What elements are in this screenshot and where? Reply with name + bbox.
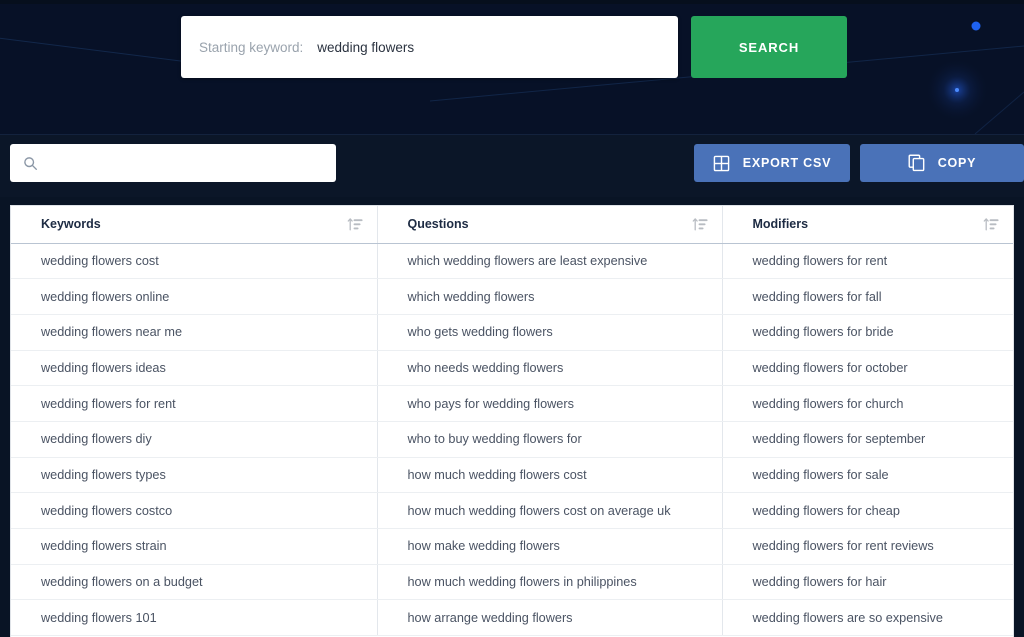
results-table-container: Keywords Questions Modifiers wedding flo… <box>10 205 1014 637</box>
cell-keyword: wedding flowers strain <box>11 528 378 565</box>
cell-keyword: wedding flowers on a budget <box>11 564 378 601</box>
table-body: wedding flowers cost which wedding flower… <box>11 243 1013 637</box>
results-table: Keywords Questions Modifiers wedding flo… <box>11 206 1013 637</box>
table-row[interactable]: wedding flowers near me who gets wedding … <box>11 314 1013 351</box>
cell-modifier: wedding flowers for fall <box>722 278 1013 315</box>
table-row[interactable]: wedding flowers types how much wedding fl… <box>11 457 1013 494</box>
starting-keyword-value: wedding flowers <box>317 39 415 55</box>
table-row[interactable]: wedding flowers cost which wedding flower… <box>11 243 1013 280</box>
column-header-keywords: Keywords <box>11 206 378 244</box>
table-head: Keywords Questions Modifiers <box>11 206 1013 244</box>
cell-question: how make wedding flowers <box>377 528 723 565</box>
sort-questions-button[interactable] <box>692 217 708 232</box>
column-header-keywords-label: Keywords <box>41 217 101 232</box>
cell-modifier: wedding flowers for rent reviews <box>722 528 1013 565</box>
cell-question: how much wedding flowers in philippines <box>377 564 723 601</box>
cell-keyword: wedding flowers ideas <box>11 350 378 387</box>
cell-keyword: wedding flowers online <box>11 278 378 315</box>
column-header-questions-label: Questions <box>407 217 469 232</box>
cell-question: how much wedding flowers cost on average… <box>377 492 723 529</box>
cell-question: how much wedding flowers cost <box>377 457 723 494</box>
cell-keyword: wedding flowers types <box>11 457 378 494</box>
filter-search-input[interactable] <box>46 154 316 172</box>
cell-question: who needs wedding flowers <box>377 350 723 387</box>
cell-modifier: wedding flowers for bride <box>722 314 1013 351</box>
sort-keywords-button[interactable] <box>347 217 363 232</box>
search-icon <box>23 156 38 171</box>
export-csv-label: EXPORT CSV <box>742 156 832 170</box>
results-toolbar: EXPORT CSV COPY <box>0 134 1024 197</box>
cell-modifier: wedding flowers for hair <box>722 564 1013 601</box>
cell-keyword: wedding flowers for rent <box>11 385 378 422</box>
starting-keyword-label: Starting keyword: <box>199 39 304 55</box>
table-row[interactable]: wedding flowers strain how make wedding f… <box>11 528 1013 565</box>
table-header-row: Keywords Questions Modifiers <box>11 206 1013 244</box>
table-row[interactable]: wedding flowers ideas who needs wedding f… <box>11 350 1013 387</box>
copy-icon <box>908 154 925 172</box>
starting-keyword-field[interactable]: Starting keyword: wedding flowers <box>181 16 678 78</box>
cell-keyword: wedding flowers diy <box>11 421 378 458</box>
table-row[interactable]: wedding flowers online which wedding flow… <box>11 278 1013 315</box>
cell-question: who to buy wedding flowers for <box>377 421 723 458</box>
table-row[interactable]: wedding flowers diy who to buy wedding fl… <box>11 421 1013 458</box>
sort-modifiers-button[interactable] <box>983 217 999 232</box>
cell-modifier: wedding flowers for rent <box>722 243 1013 280</box>
cell-modifier: wedding flowers for church <box>722 385 1013 422</box>
cell-keyword: wedding flowers 101 <box>11 599 378 637</box>
cell-modifier: wedding flowers for cheap <box>722 492 1013 529</box>
cell-modifier: wedding flowers for september <box>722 421 1013 458</box>
export-csv-button[interactable]: EXPORT CSV <box>694 144 850 182</box>
table-row[interactable]: wedding flowers 101 how arrange wedding f… <box>11 599 1013 637</box>
cell-keyword: wedding flowers cost <box>11 243 378 280</box>
column-header-questions: Questions <box>377 206 723 244</box>
copy-label: COPY <box>937 156 977 170</box>
cell-question: which wedding flowers <box>377 278 723 315</box>
cell-question: how arrange wedding flowers <box>377 599 723 637</box>
filter-search-box[interactable] <box>10 144 336 182</box>
table-row[interactable]: wedding flowers on a budget how much wedd… <box>11 564 1013 601</box>
cell-modifier: wedding flowers for sale <box>722 457 1013 494</box>
column-header-modifiers-label: Modifiers <box>752 217 809 232</box>
cell-modifier: wedding flowers are so expensive <box>722 599 1013 637</box>
cell-question: which wedding flowers are least expensiv… <box>377 243 723 280</box>
cell-keyword: wedding flowers near me <box>11 314 378 351</box>
app-root: Starting keyword: wedding flowers SEARCH <box>0 0 1024 637</box>
table-row[interactable]: wedding flowers for rent who pays for wed… <box>11 385 1013 422</box>
cell-keyword: wedding flowers costco <box>11 492 378 529</box>
cell-question: who pays for wedding flowers <box>377 385 723 422</box>
copy-button[interactable]: COPY <box>860 144 1024 182</box>
table-row[interactable]: wedding flowers costco how much wedding f… <box>11 492 1013 529</box>
cell-question: who gets wedding flowers <box>377 314 723 351</box>
search-button[interactable]: SEARCH <box>691 16 847 78</box>
cell-modifier: wedding flowers for october <box>722 350 1013 387</box>
hero-banner: Starting keyword: wedding flowers SEARCH <box>0 4 1024 134</box>
column-header-modifiers: Modifiers <box>722 206 1013 244</box>
table-grid-icon <box>713 155 730 172</box>
